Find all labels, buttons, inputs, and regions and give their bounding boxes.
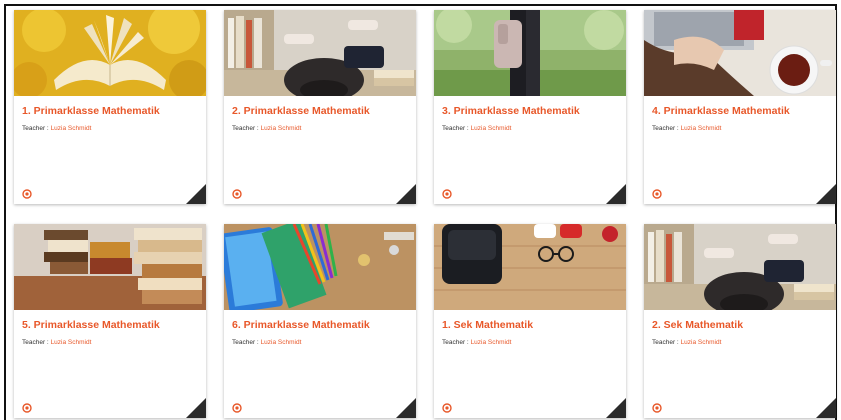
teacher-name[interactable]: Luzia Schmidt [681, 125, 722, 132]
course-thumbnail[interactable] [224, 224, 416, 310]
course-title[interactable]: 1. Sek Mathematik [442, 319, 620, 331]
course-card[interactable]: 3. Primarklasse Mathematik Teacher : Luz… [434, 10, 626, 204]
circle-arrow-icon[interactable] [22, 189, 32, 199]
circle-arrow-icon[interactable] [652, 189, 662, 199]
course-thumbnail[interactable] [224, 10, 416, 96]
teacher-line: Teacher : Luzia Schmidt [22, 125, 91, 132]
circle-arrow-icon[interactable] [442, 189, 452, 199]
teacher-line: Teacher : Luzia Schmidt [442, 339, 511, 346]
course-card[interactable]: 6. Primarklasse Mathematik Teacher : Luz… [224, 224, 416, 418]
course-title[interactable]: 6. Primarklasse Mathematik [232, 319, 410, 331]
circle-arrow-icon[interactable] [442, 403, 452, 413]
course-card[interactable]: 1. Primarklasse Mathematik Teacher : Luz… [14, 10, 206, 204]
course-thumbnail[interactable] [644, 10, 836, 96]
corner-fold-icon[interactable] [606, 398, 626, 418]
course-card[interactable]: 4. Primarklasse Mathematik Teacher : Luz… [644, 10, 836, 204]
course-thumbnail[interactable] [434, 224, 626, 310]
teacher-name[interactable]: Luzia Schmidt [261, 339, 302, 346]
course-thumbnail[interactable] [644, 224, 836, 310]
circle-arrow-icon[interactable] [652, 403, 662, 413]
course-card[interactable]: 1. Sek Mathematik Teacher : Luzia Schmid… [434, 224, 626, 418]
corner-fold-icon[interactable] [606, 184, 626, 204]
teacher-name[interactable]: Luzia Schmidt [681, 339, 722, 346]
course-card[interactable]: 2. Sek Mathematik Teacher : Luzia Schmid… [644, 224, 836, 418]
course-thumbnail[interactable] [14, 224, 206, 310]
teacher-label: Teacher : [232, 339, 259, 346]
teacher-name[interactable]: Luzia Schmidt [261, 125, 302, 132]
circle-arrow-icon[interactable] [232, 189, 242, 199]
teacher-name[interactable]: Luzia Schmidt [471, 125, 512, 132]
teacher-label: Teacher : [232, 125, 259, 132]
teacher-name[interactable]: Luzia Schmidt [51, 339, 92, 346]
course-thumbnail[interactable] [434, 10, 626, 96]
corner-fold-icon[interactable] [396, 398, 416, 418]
teacher-label: Teacher : [22, 339, 49, 346]
teacher-label: Teacher : [442, 339, 469, 346]
corner-fold-icon[interactable] [816, 184, 836, 204]
course-title[interactable]: 5. Primarklasse Mathematik [22, 319, 200, 331]
course-thumbnail[interactable] [14, 10, 206, 96]
corner-fold-icon[interactable] [186, 184, 206, 204]
teacher-line: Teacher : Luzia Schmidt [442, 125, 511, 132]
course-title[interactable]: 2. Sek Mathematik [652, 319, 830, 331]
circle-arrow-icon[interactable] [22, 403, 32, 413]
corner-fold-icon[interactable] [186, 398, 206, 418]
circle-arrow-icon[interactable] [232, 403, 242, 413]
teacher-line: Teacher : Luzia Schmidt [232, 339, 301, 346]
teacher-name[interactable]: Luzia Schmidt [51, 125, 92, 132]
corner-fold-icon[interactable] [396, 184, 416, 204]
course-card[interactable]: 5. Primarklasse Mathematik Teacher : Luz… [14, 224, 206, 418]
teacher-label: Teacher : [652, 125, 679, 132]
teacher-line: Teacher : Luzia Schmidt [232, 125, 301, 132]
course-title[interactable]: 4. Primarklasse Mathematik [652, 105, 830, 117]
course-title[interactable]: 3. Primarklasse Mathematik [442, 105, 620, 117]
teacher-line: Teacher : Luzia Schmidt [652, 339, 721, 346]
teacher-label: Teacher : [442, 125, 469, 132]
teacher-name[interactable]: Luzia Schmidt [471, 339, 512, 346]
teacher-line: Teacher : Luzia Schmidt [22, 339, 91, 346]
teacher-line: Teacher : Luzia Schmidt [652, 125, 721, 132]
course-title[interactable]: 2. Primarklasse Mathematik [232, 105, 410, 117]
teacher-label: Teacher : [22, 125, 49, 132]
corner-fold-icon[interactable] [816, 398, 836, 418]
teacher-label: Teacher : [652, 339, 679, 346]
course-title[interactable]: 1. Primarklasse Mathematik [22, 105, 200, 117]
course-card[interactable]: 2. Primarklasse Mathematik Teacher : Luz… [224, 10, 416, 204]
